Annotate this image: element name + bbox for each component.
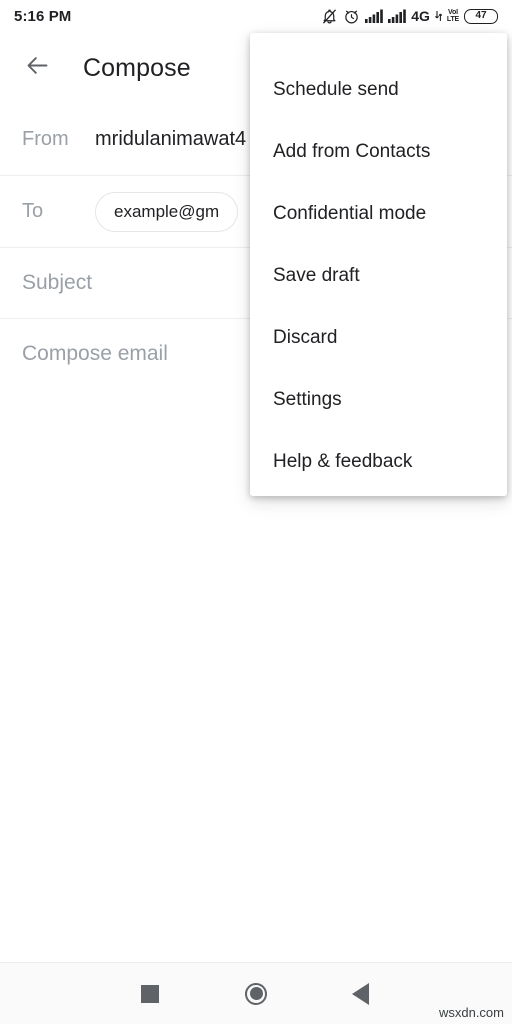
menu-item-save-draft[interactable]: Save draft [250, 245, 507, 307]
from-value: mridulanimawat4 [95, 128, 247, 150]
signal-bars-icon [365, 9, 384, 23]
menu-item-discard[interactable]: Discard [250, 307, 507, 369]
status-bar-clock: 5:16 PM [14, 7, 72, 25]
watermark: wsxdn.com [438, 1005, 504, 1020]
arrow-back-icon [24, 52, 51, 84]
square-recents-icon [141, 984, 159, 1003]
menu-item-help-and-feedback[interactable]: Help & feedback [250, 431, 507, 493]
recents-button[interactable] [110, 963, 190, 1024]
circle-home-icon [245, 982, 267, 1005]
menu-item-add-from-contacts[interactable]: Add from Contacts [250, 121, 507, 183]
data-transfer-icon [434, 10, 442, 22]
compose-body-input[interactable]: Compose email [22, 342, 168, 366]
menu-item-schedule-send[interactable]: Schedule send [250, 59, 507, 121]
volte-label: VoI LTE [447, 9, 459, 23]
notifications-off-icon [321, 8, 338, 25]
volte-line-2: LTE [446, 16, 459, 23]
triangle-back-icon [351, 982, 369, 1005]
overflow-menu: Schedule send Add from Contacts Confiden… [250, 33, 507, 496]
status-bar-icons: 4G VoI LTE 47 [321, 8, 498, 25]
home-button[interactable] [216, 963, 296, 1024]
volte-line-1: VoI [448, 9, 458, 16]
menu-item-settings[interactable]: Settings [250, 369, 507, 431]
subject-input[interactable]: Subject [22, 271, 92, 295]
from-label: From [22, 128, 69, 150]
battery-indicator: 47 [464, 8, 498, 24]
alarm-clock-icon [343, 8, 360, 25]
page-title: Compose [83, 53, 191, 82]
menu-item-confidential-mode[interactable]: Confidential mode [250, 183, 507, 245]
to-label: To [22, 200, 44, 222]
status-bar: 5:16 PM 4G VoI LTE 47 [0, 0, 512, 32]
back-button[interactable] [13, 44, 61, 92]
recipient-chip[interactable]: example@gm [95, 191, 239, 232]
4g-label: 4G [411, 8, 430, 24]
system-nav-bar [0, 963, 512, 1024]
battery-level-label: 47 [475, 10, 487, 21]
back-nav-button[interactable] [320, 963, 400, 1024]
signal-bars-icon [388, 9, 407, 23]
